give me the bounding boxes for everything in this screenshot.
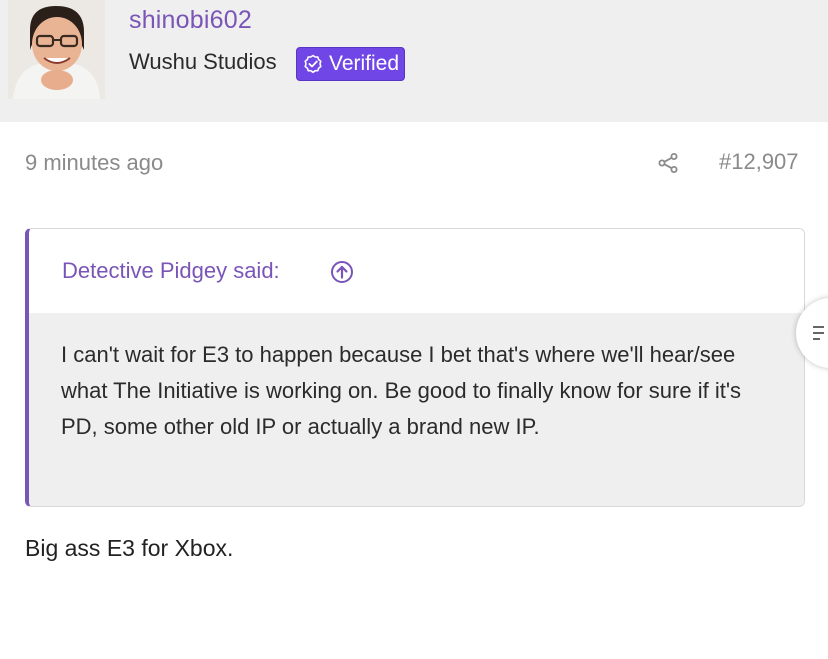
share-icon[interactable] [657, 152, 679, 174]
post-body: 9 minutes ago #12,907 Detective Pidgey s… [0, 122, 828, 659]
quote-text: I can't wait for E3 to happen because I … [61, 342, 742, 439]
quote-header: Detective Pidgey said: [29, 229, 804, 313]
post-number-link[interactable]: #12,907 [719, 149, 799, 175]
arrow-up-circle-icon[interactable] [330, 260, 354, 284]
verified-label: Verified [329, 52, 400, 75]
reply-text: Big ass E3 for Xbox. [25, 535, 234, 561]
quote-author-link[interactable]: Detective Pidgey said: [62, 258, 280, 284]
post-timestamp[interactable]: 9 minutes ago [25, 150, 163, 176]
avatar-image [8, 0, 105, 99]
quote-content: I can't wait for E3 to happen because I … [29, 313, 804, 506]
check-badge-icon [304, 54, 322, 74]
user-title: Wushu Studios [129, 49, 277, 74]
verified-badge: Verified [296, 47, 405, 81]
username-link[interactable]: shinobi602 [129, 6, 252, 35]
menu-lines-icon [813, 326, 824, 340]
quote-block: Detective Pidgey said: I can't wait for … [25, 228, 805, 507]
avatar[interactable] [8, 0, 105, 99]
post-header: shinobi602 Wushu Studios Verified [0, 0, 828, 122]
